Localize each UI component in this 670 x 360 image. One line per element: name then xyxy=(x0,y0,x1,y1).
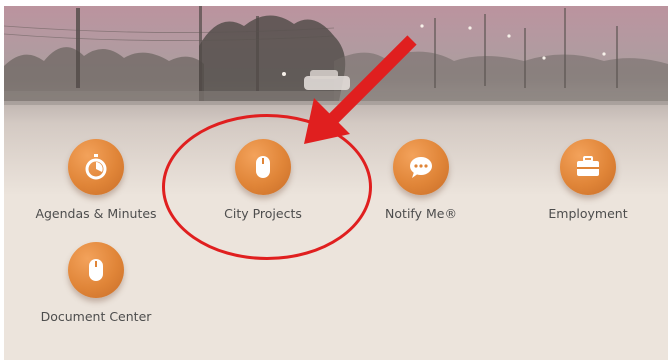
employment-icon-button[interactable] xyxy=(560,139,616,195)
tile-document-center[interactable]: Document Center xyxy=(36,242,156,342)
website-frame: Agendas & Minutes City Projects Notify M… xyxy=(4,6,668,360)
speech-bubble-icon xyxy=(410,157,432,178)
document-center-icon-button[interactable] xyxy=(68,242,124,298)
red-arrow-annotation xyxy=(304,35,417,144)
toolbox-icon xyxy=(577,156,599,176)
tile-agendas-minutes[interactable]: Agendas & Minutes xyxy=(35,139,157,239)
tile-employment[interactable]: Employment xyxy=(528,139,648,239)
mouse-icon xyxy=(89,259,103,281)
tile-label-document-center: Document Center xyxy=(40,309,152,324)
stopwatch-icon xyxy=(85,154,107,180)
tile-label-agendas-minutes: Agendas & Minutes xyxy=(35,206,157,221)
screenshot-page: Agendas & Minutes City Projects Notify M… xyxy=(0,0,670,360)
agendas-icon-button[interactable] xyxy=(68,139,124,195)
tile-label-employment: Employment xyxy=(548,206,628,221)
tile-label-notify-me: Notify Me® xyxy=(385,206,457,221)
